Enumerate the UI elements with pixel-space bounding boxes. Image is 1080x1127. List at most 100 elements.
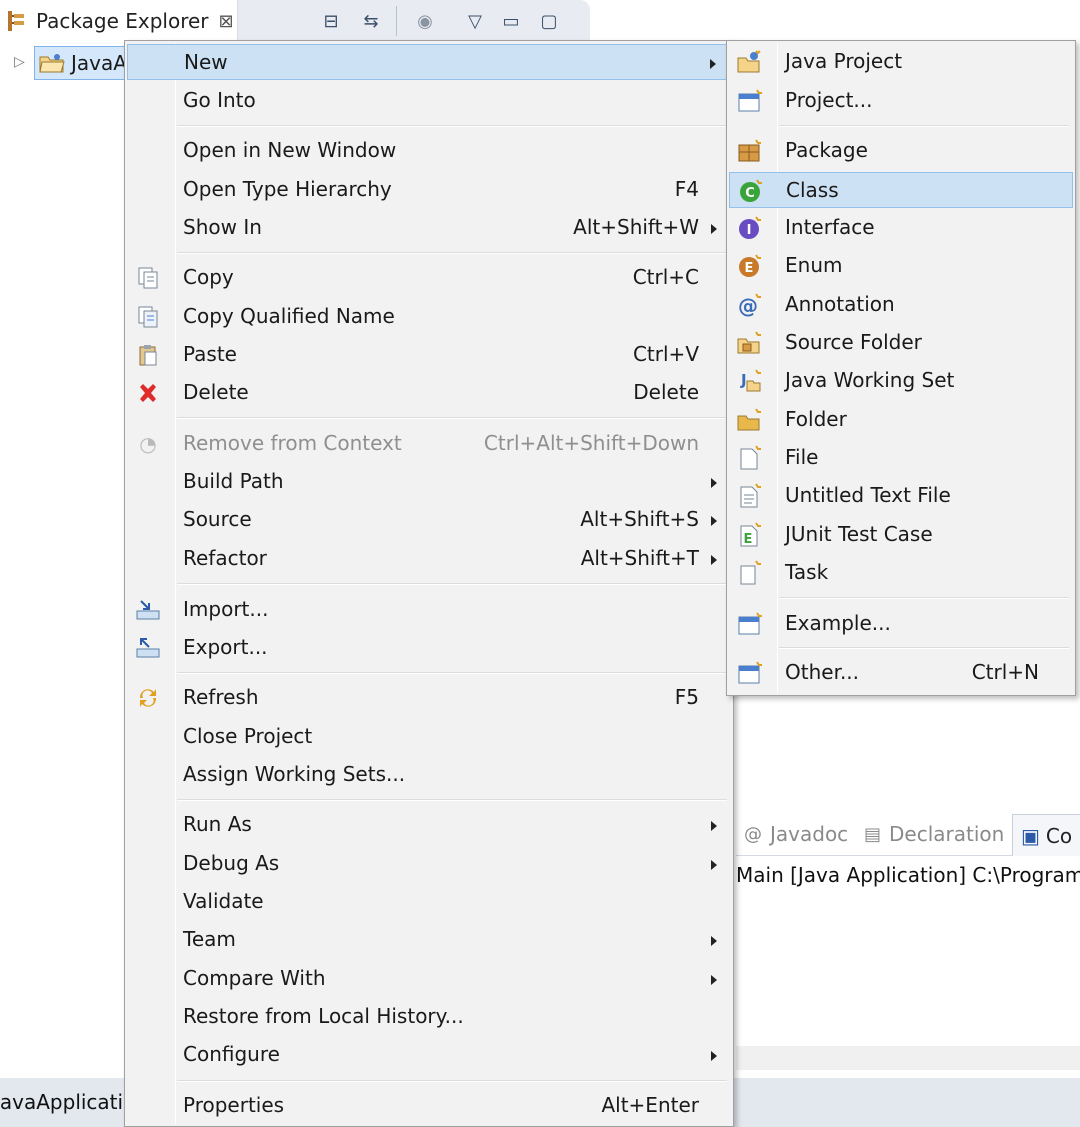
menu-item-close-project[interactable]: Close Project [127, 719, 731, 755]
submenu-item-java-working-set[interactable]: J Java Working Set [729, 363, 1073, 399]
menu-item-refresh[interactable]: Refresh F5 [127, 680, 731, 716]
tab-console[interactable]: ▣ Co [1012, 814, 1080, 856]
menu-item-label: Configure [183, 1042, 280, 1066]
menu-item-label: Annotation [785, 292, 895, 316]
menu-item-label: Go Into [183, 88, 256, 112]
submenu-item-enum[interactable]: E Enum [729, 248, 1073, 284]
menu-item-refactor[interactable]: Refactor Alt+Shift+T [127, 541, 731, 577]
menu-item-build-path[interactable]: Build Path [127, 464, 731, 500]
java-working-set-icon: J [737, 368, 763, 394]
menu-item-shortcut: Delete [633, 380, 699, 404]
horizontal-scrollbar[interactable] [736, 1046, 1080, 1070]
package-explorer-tab[interactable]: Package Explorer ⊠ [0, 0, 238, 42]
example-wizard-icon [737, 611, 763, 637]
menu-item-label: Properties [183, 1093, 285, 1117]
submenu-arrow-icon [711, 1051, 717, 1061]
menu-item-configure[interactable]: Configure [127, 1037, 731, 1073]
menu-item-team[interactable]: Team [127, 922, 731, 958]
submenu-item-example[interactable]: Example... [729, 606, 1073, 642]
copy-icon [135, 265, 161, 291]
submenu-item-project[interactable]: Project... [729, 83, 1073, 119]
submenu-item-folder[interactable]: Folder [729, 402, 1073, 438]
menu-item-label: Import... [183, 597, 269, 621]
annotation-icon: @ [737, 292, 763, 318]
submenu-item-other[interactable]: Other... Ctrl+N [729, 655, 1073, 691]
maximize-icon[interactable]: ▢ [536, 8, 562, 34]
menu-item-export[interactable]: Export... [127, 630, 731, 666]
menu-item-compare-with[interactable]: Compare With [127, 961, 731, 997]
menu-separator [177, 799, 727, 801]
menu-item-paste[interactable]: Paste Ctrl+V [127, 337, 731, 373]
task-icon [737, 560, 763, 586]
new-submenu: Java Project Project... Package C Class … [726, 40, 1076, 696]
tab-javadoc[interactable]: @ Javadoc [744, 822, 848, 846]
menu-item-label: Build Path [183, 469, 284, 493]
menu-item-properties[interactable]: Properties Alt+Enter [127, 1088, 731, 1124]
menu-item-validate[interactable]: Validate [127, 884, 731, 920]
focus-icon[interactable]: ◉ [412, 8, 438, 34]
svg-text:C: C [745, 186, 755, 201]
submenu-item-interface[interactable]: I Interface [729, 210, 1073, 246]
submenu-arrow-icon [711, 516, 717, 526]
submenu-item-class[interactable]: C Class [729, 172, 1073, 208]
submenu-item-source-folder[interactable]: Source Folder [729, 325, 1073, 361]
menu-item-new[interactable]: New [127, 44, 731, 80]
collapse-all-icon[interactable]: ⊟ [318, 8, 344, 34]
submenu-item-task[interactable]: Task [729, 555, 1073, 591]
menu-item-label: Debug As [183, 851, 280, 875]
menu-item-source[interactable]: Source Alt+Shift+S [127, 502, 731, 538]
submenu-item-annotation[interactable]: @ Annotation [729, 287, 1073, 323]
menu-item-assign-working-sets[interactable]: Assign Working Sets... [127, 757, 731, 793]
submenu-item-file[interactable]: File [729, 440, 1073, 476]
menu-item-copy[interactable]: Copy Ctrl+C [127, 260, 731, 296]
menu-item-label: Open in New Window [183, 138, 397, 162]
other-wizard-icon [737, 660, 763, 686]
submenu-item-package[interactable]: Package [729, 133, 1073, 169]
tree-item-project[interactable]: JavaA [34, 46, 130, 80]
menu-item-import[interactable]: Import... [127, 592, 731, 628]
menu-item-run-as[interactable]: Run As [127, 807, 731, 843]
menu-item-go-into[interactable]: Go Into [127, 83, 731, 119]
tab-declaration[interactable]: ▤ Declaration [864, 822, 1004, 846]
context-menu: New Go Into Open in New Window Open Type… [124, 40, 734, 1127]
submenu-arrow-icon [711, 821, 717, 831]
submenu-arrow-icon [711, 555, 717, 565]
expand-icon[interactable]: ▷ [14, 54, 25, 70]
menu-item-shortcut: Alt+Shift+S [580, 507, 699, 531]
svg-text:E: E [744, 532, 753, 547]
export-icon [135, 635, 161, 661]
menu-item-open-type-hierarchy[interactable]: Open Type Hierarchy F4 [127, 172, 731, 208]
menu-item-restore-from-local-history[interactable]: Restore from Local History... [127, 999, 731, 1035]
menu-item-shortcut: Alt+Enter [601, 1093, 699, 1117]
menu-item-label: Refactor [183, 546, 267, 570]
package-icon [737, 138, 763, 164]
menu-separator [177, 583, 727, 585]
menu-item-label: Copy Qualified Name [183, 304, 395, 328]
svg-text:I: I [747, 223, 752, 238]
view-menu-icon[interactable]: ▽ [462, 8, 488, 34]
menu-separator [177, 1080, 727, 1082]
refresh-icon [135, 685, 161, 711]
menu-separator [779, 597, 1069, 599]
remove-from-context-icon: ◔ [139, 432, 157, 456]
menu-item-open-in-new-window[interactable]: Open in New Window [127, 133, 731, 169]
menu-item-label: Show In [183, 215, 262, 239]
menu-item-label: Refresh [183, 685, 259, 709]
close-icon[interactable]: ⊠ [219, 11, 234, 32]
submenu-item-junit-test-case[interactable]: E JUnit Test Case [729, 517, 1073, 553]
menu-item-copy-qualified-name[interactable]: Copy Qualified Name [127, 299, 731, 335]
import-icon [135, 597, 161, 623]
menu-item-remove-from-context[interactable]: ◔ Remove from Context Ctrl+Alt+Shift+Dow… [127, 426, 731, 462]
menu-item-label: Example... [785, 611, 891, 635]
submenu-item-java-project[interactable]: Java Project [729, 44, 1073, 80]
file-icon [737, 445, 763, 471]
menu-item-label: Interface [785, 215, 875, 239]
menu-item-debug-as[interactable]: Debug As [127, 846, 731, 882]
menu-item-label: Task [785, 560, 829, 584]
menu-item-delete[interactable]: Delete Delete [127, 375, 731, 411]
menu-item-show-in[interactable]: Show In Alt+Shift+W [127, 210, 731, 246]
link-with-editor-icon[interactable]: ⇆ [358, 8, 384, 34]
submenu-arrow-icon [711, 224, 717, 234]
submenu-item-untitled-text-file[interactable]: Untitled Text File [729, 478, 1073, 514]
minimize-icon[interactable]: ▭ [498, 8, 524, 34]
